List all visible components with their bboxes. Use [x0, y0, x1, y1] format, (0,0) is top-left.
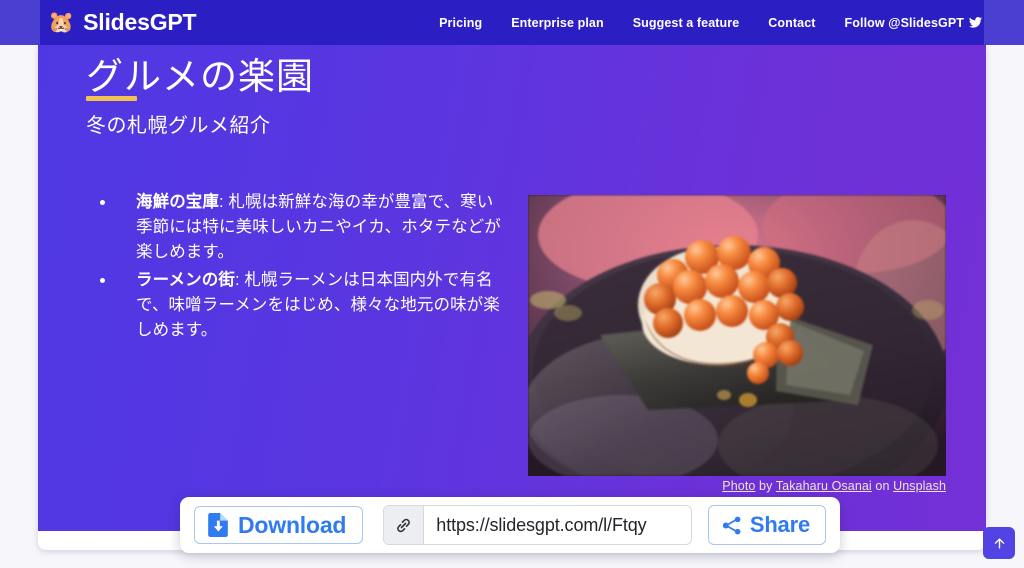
main-navigation: Pricing Enterprise plan Suggest a featur… — [439, 16, 982, 30]
slide-viewport[interactable]: グルメの楽園 冬の札幌グルメ紹介 海鮮の宝庫: 札幌は新鮮な海の幸が豊富で、寒い… — [38, 45, 986, 531]
bullet-item: ラーメンの街: 札幌ラーメンは日本国内外で有名で、味噌ラーメンをはじめ、様々な地… — [96, 268, 501, 343]
hamster-logo-icon: 🐹 — [48, 11, 75, 34]
bullet-item: 海鮮の宝庫: 札幌は新鮮な海の幸が豊富で、寒い季節には特に美味しいカニやイカ、ホ… — [96, 190, 501, 265]
nav-item-follow-twitter[interactable]: Follow @SlidesGPT — [845, 16, 982, 30]
credit-on-text: on — [875, 479, 890, 493]
credit-source-link[interactable]: Unsplash — [893, 479, 946, 493]
twitter-icon — [969, 17, 982, 28]
site-header: 🐹 SlidesGPT Pricing Enterprise plan Sugg… — [0, 0, 1024, 45]
bullet-list: 海鮮の宝庫: 札幌は新鮮な海の幸が豊富で、寒い季節には特に美味しいカニやイカ、ホ… — [96, 190, 501, 343]
slide-canvas: グルメの楽園 冬の札幌グルメ紹介 海鮮の宝庫: 札幌は新鮮な海の幸が豊富で、寒い… — [38, 45, 986, 531]
bullet-separator: : — [234, 271, 245, 289]
credit-by-text: by — [759, 479, 773, 493]
share-nodes-icon — [722, 516, 741, 534]
photo-credit: Photo by Takaharu Osanai on Unsplash — [528, 479, 946, 493]
slide-title: グルメの楽園 — [86, 57, 314, 98]
bullet-separator: : — [219, 193, 229, 211]
title-accent-rule — [86, 96, 137, 101]
nav-item-follow-label: Follow @SlidesGPT — [844, 15, 964, 30]
credit-author-link[interactable]: Takaharu Osanai — [776, 479, 872, 493]
download-button[interactable]: Download — [194, 506, 364, 544]
nav-item-enterprise-plan[interactable]: Enterprise plan — [511, 16, 604, 30]
share-button-label: Share — [749, 512, 810, 537]
nav-item-suggest-a-feature[interactable]: Suggest a feature — [633, 16, 740, 30]
brand-name: SlidesGPT — [83, 9, 197, 35]
scroll-to-top-button[interactable] — [983, 527, 1015, 559]
file-download-icon — [208, 513, 228, 537]
share-url-group[interactable] — [383, 505, 692, 545]
brand-logo-link[interactable]: 🐹 SlidesGPT — [48, 9, 197, 36]
ikura-sushi-image — [528, 195, 946, 476]
action-toolbar: Download Share — [180, 497, 840, 553]
nav-item-pricing[interactable]: Pricing — [439, 16, 482, 30]
bullet-lead: 海鮮の宝庫 — [136, 193, 219, 211]
link-icon — [384, 506, 425, 544]
slide-photo — [528, 195, 946, 476]
credit-photo-link[interactable]: Photo — [722, 479, 755, 493]
nav-item-contact[interactable]: Contact — [768, 16, 815, 30]
bullet-lead: ラーメンの街 — [136, 271, 235, 289]
share-url-input[interactable] — [424, 506, 691, 544]
slide-subtitle: 冬の札幌グルメ紹介 — [86, 115, 271, 137]
share-button[interactable]: Share — [707, 505, 826, 545]
arrow-up-icon — [994, 537, 1004, 549]
slide-body: 海鮮の宝庫: 札幌は新鮮な海の幸が豊富で、寒い季節には特に美味しいカニやイカ、ホ… — [96, 190, 501, 346]
chain-link-icon — [397, 518, 411, 532]
download-button-label: Download — [238, 511, 347, 538]
